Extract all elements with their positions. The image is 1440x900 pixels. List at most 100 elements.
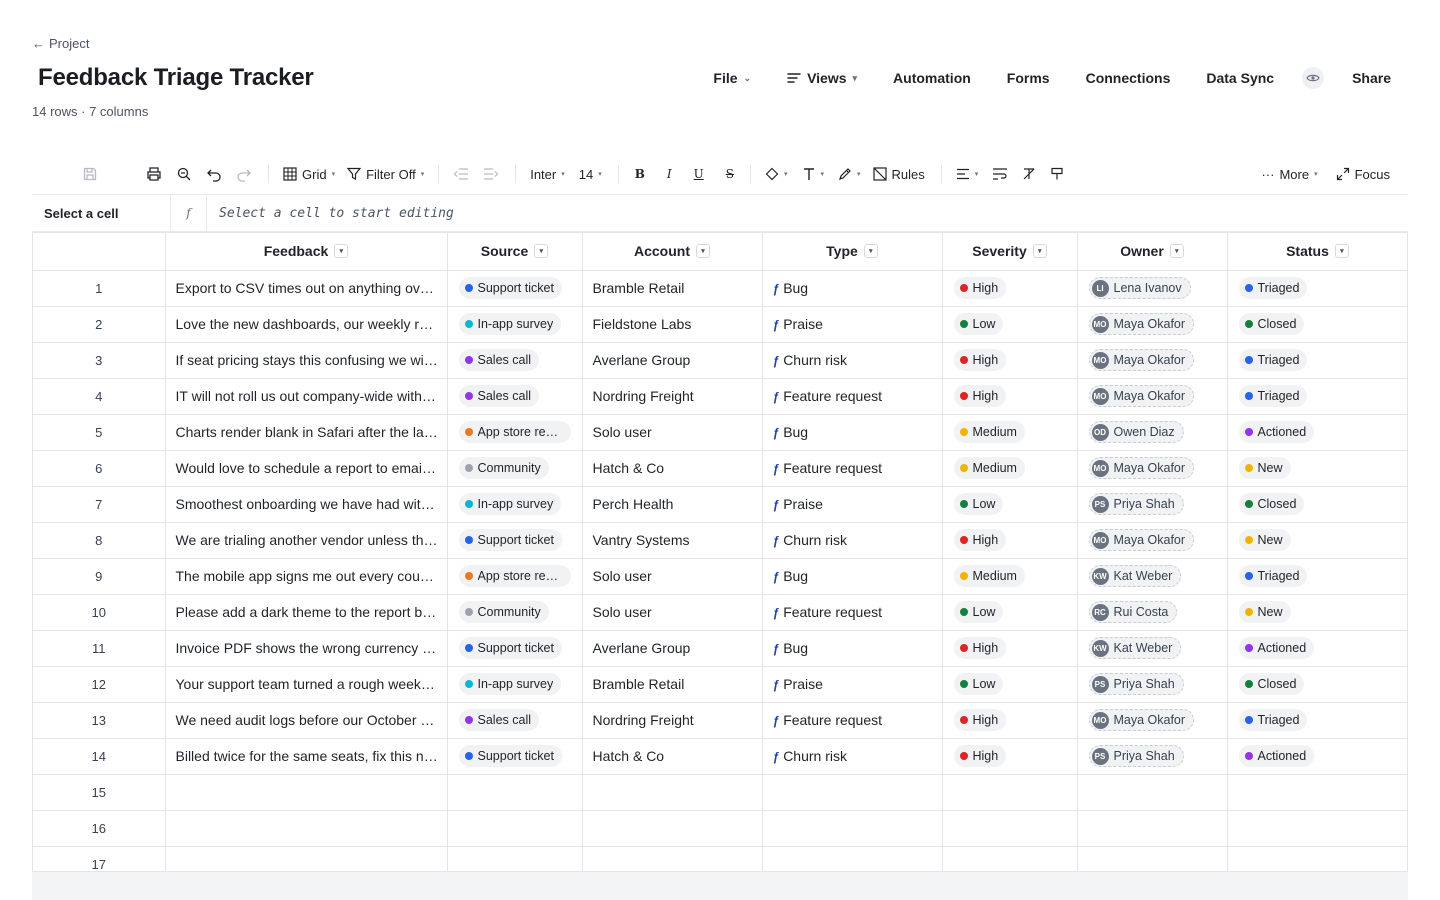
empty-cell[interactable] [165,810,448,847]
data-sync-button[interactable]: Data Sync [1206,70,1274,86]
corner-cell[interactable] [33,233,166,271]
column-header[interactable]: Severity ▾ [942,233,1078,271]
account-cell[interactable]: Bramble Retail [582,270,763,307]
column-header[interactable]: Account ▾ [582,233,763,271]
column-header[interactable]: Type ▾ [762,233,943,271]
owner-cell[interactable]: PS Priya Shah [1077,666,1228,703]
column-menu-icon[interactable]: ▾ [1169,244,1184,259]
column-menu-icon[interactable]: ▾ [334,244,349,259]
table-row[interactable]: 8 We are trialing another vendor unless t… [33,522,1407,559]
type-cell[interactable]: ƒ Feature request [762,450,943,487]
feedback-cell[interactable]: IT will not roll us out company-wide wit… [165,378,448,415]
empty-cell[interactable] [582,774,763,811]
empty-cell[interactable] [1227,846,1407,871]
empty-cell[interactable] [762,774,943,811]
row-number[interactable]: 4 [33,378,166,415]
empty-cell[interactable] [1077,810,1228,847]
empty-cell[interactable] [165,846,448,871]
severity-cell[interactable]: Low [942,666,1078,703]
empty-cell[interactable] [165,774,448,811]
status-cell[interactable]: Triaged [1227,270,1407,307]
severity-cell[interactable]: High [942,630,1078,667]
empty-cell[interactable] [1227,810,1407,847]
table-row[interactable]: 4 IT will not roll us out company-wide wi… [33,378,1407,415]
account-cell[interactable]: Nordring Freight [582,378,763,415]
feedback-cell[interactable]: Export to CSV times out on anything over… [165,270,448,307]
undo-button[interactable] [206,162,222,186]
owner-cell[interactable]: MO Maya Okafor [1077,522,1228,559]
row-number[interactable]: 17 [33,846,166,871]
views-menu[interactable]: Views ▾ [787,70,857,86]
status-cell[interactable]: Triaged [1227,342,1407,379]
feedback-cell[interactable]: Invoice PDF shows the wrong currency sym… [165,630,448,667]
severity-cell[interactable]: Medium [942,414,1078,451]
type-cell[interactable]: ƒ Bug [762,558,943,595]
source-cell[interactable]: Support ticket [447,738,583,775]
type-cell[interactable]: ƒ Churn risk [762,342,943,379]
status-cell[interactable]: Closed [1227,306,1407,343]
row-number[interactable]: 13 [33,702,166,739]
account-cell[interactable]: Fieldstone Labs [582,306,763,343]
owner-cell[interactable]: LI Lena Ivanov [1077,270,1228,307]
fill-color-button[interactable]: ▾ [765,162,788,186]
feedback-cell[interactable]: Billed twice for the same seats, fix thi… [165,738,448,775]
feedback-cell[interactable]: The mobile app signs me out every couple… [165,558,448,595]
empty-cell[interactable] [942,846,1078,871]
type-cell[interactable]: ƒ Praise [762,666,943,703]
table-row[interactable]: 9 The mobile app signs me out every coupl… [33,558,1407,595]
source-cell[interactable]: Sales call [447,342,583,379]
rules-button[interactable]: Rules [872,162,925,186]
feedback-cell[interactable]: Love the new dashboards, our weekly revi… [165,306,448,343]
owner-cell[interactable]: MO Maya Okafor [1077,450,1228,487]
back-link[interactable]: ← Project [32,36,89,51]
row-number[interactable]: 12 [33,666,166,703]
table-row[interactable]: 3 If seat pricing stays this confusing we… [33,342,1407,379]
status-cell[interactable]: Closed [1227,666,1407,703]
owner-cell[interactable]: MO Maya Okafor [1077,378,1228,415]
empty-cell[interactable] [582,846,763,871]
file-menu[interactable]: File ⌄ [713,70,751,86]
column-menu-icon[interactable]: ▾ [863,244,878,259]
source-cell[interactable]: Community [447,450,583,487]
table-row[interactable]: 13 We need audit logs before our October … [33,702,1407,739]
print-button[interactable] [146,162,162,186]
severity-cell[interactable]: High [942,378,1078,415]
row-number[interactable]: 11 [33,630,166,667]
source-cell[interactable]: App store review [447,414,583,451]
redo-button[interactable] [236,162,252,186]
align-button[interactable]: ▾ [956,162,978,186]
table-row[interactable]: 10 Please add a dark theme to the report … [33,594,1407,631]
share-button[interactable]: Share [1352,70,1391,86]
table-row[interactable]: 7 Smoothest onboarding we have had with a… [33,486,1407,523]
save-button[interactable] [82,162,98,186]
severity-cell[interactable]: High [942,738,1078,775]
source-cell[interactable]: Sales call [447,702,583,739]
empty-cell[interactable] [1077,846,1228,871]
preview-button[interactable] [1302,67,1325,89]
severity-cell[interactable]: Low [942,486,1078,523]
feedback-cell[interactable]: We are trialing another vendor unless th… [165,522,448,559]
more-button[interactable]: ··· More ▾ [1261,162,1317,186]
type-cell[interactable]: ƒ Bug [762,414,943,451]
source-cell[interactable]: Support ticket [447,630,583,667]
row-number[interactable]: 8 [33,522,166,559]
empty-cell[interactable] [1227,774,1407,811]
severity-cell[interactable]: High [942,270,1078,307]
font-family-select[interactable]: Inter ▾ [530,162,565,186]
grid-view-button[interactable]: Grid ▾ [283,162,335,186]
account-cell[interactable]: Perch Health [582,486,763,523]
italic-button[interactable]: I [667,162,672,186]
status-cell[interactable]: New [1227,522,1407,559]
severity-cell[interactable]: High [942,342,1078,379]
status-cell[interactable]: Triaged [1227,558,1407,595]
severity-cell[interactable]: Medium [942,450,1078,487]
owner-cell[interactable]: PS Priya Shah [1077,486,1228,523]
account-cell[interactable]: Averlane Group [582,630,763,667]
account-cell[interactable]: Solo user [582,414,763,451]
forms-button[interactable]: Forms [1007,70,1050,86]
empty-row[interactable]: 16 [33,810,1407,847]
row-number[interactable]: 10 [33,594,166,631]
empty-row[interactable]: 15 [33,774,1407,811]
account-cell[interactable]: Nordring Freight [582,702,763,739]
severity-cell[interactable]: Medium [942,558,1078,595]
